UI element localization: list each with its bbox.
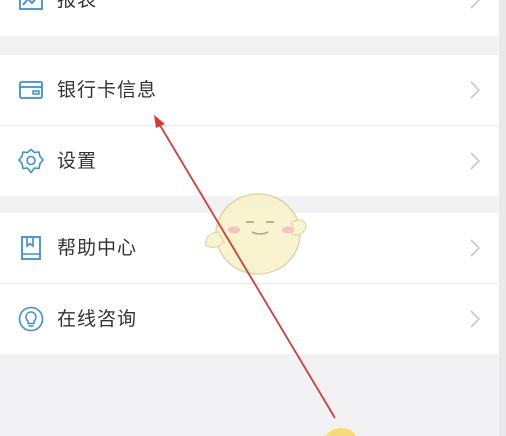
mascot-sticker-bottom — [325, 428, 357, 436]
menu-item-label: 报表 — [57, 0, 98, 11]
menu-item-online-consult[interactable]: 在线咨询 — [0, 284, 499, 354]
menu-group-2: 银行卡信息 设置 — [0, 55, 499, 196]
menu-item-label: 银行卡信息 — [57, 79, 158, 101]
lightbulb-icon — [18, 306, 44, 332]
right-edge-strip — [499, 0, 506, 436]
menu-item-settings[interactable]: 设置 — [0, 126, 499, 196]
book-icon — [21, 236, 41, 260]
menu-group-1: 报表 — [0, 0, 499, 36]
chevron-right-icon — [470, 0, 481, 9]
bank-card-icon — [19, 81, 43, 99]
chevron-right-icon — [470, 239, 481, 257]
menu-item-help-center[interactable]: 帮助中心 — [0, 213, 499, 283]
chevron-right-icon — [470, 152, 481, 170]
menu-item-reports[interactable]: 报表 — [0, 0, 499, 35]
gear-icon — [18, 148, 44, 174]
menu-group-3: 帮助中心 在线咨询 — [0, 213, 499, 354]
chevron-right-icon — [470, 81, 481, 99]
menu-item-label: 帮助中心 — [57, 237, 138, 259]
chart-icon — [19, 0, 43, 10]
menu-item-label: 设置 — [57, 150, 98, 172]
menu-item-label: 在线咨询 — [57, 308, 138, 330]
menu-item-bank-card-info[interactable]: 银行卡信息 — [0, 55, 499, 125]
chevron-right-icon — [470, 310, 481, 328]
